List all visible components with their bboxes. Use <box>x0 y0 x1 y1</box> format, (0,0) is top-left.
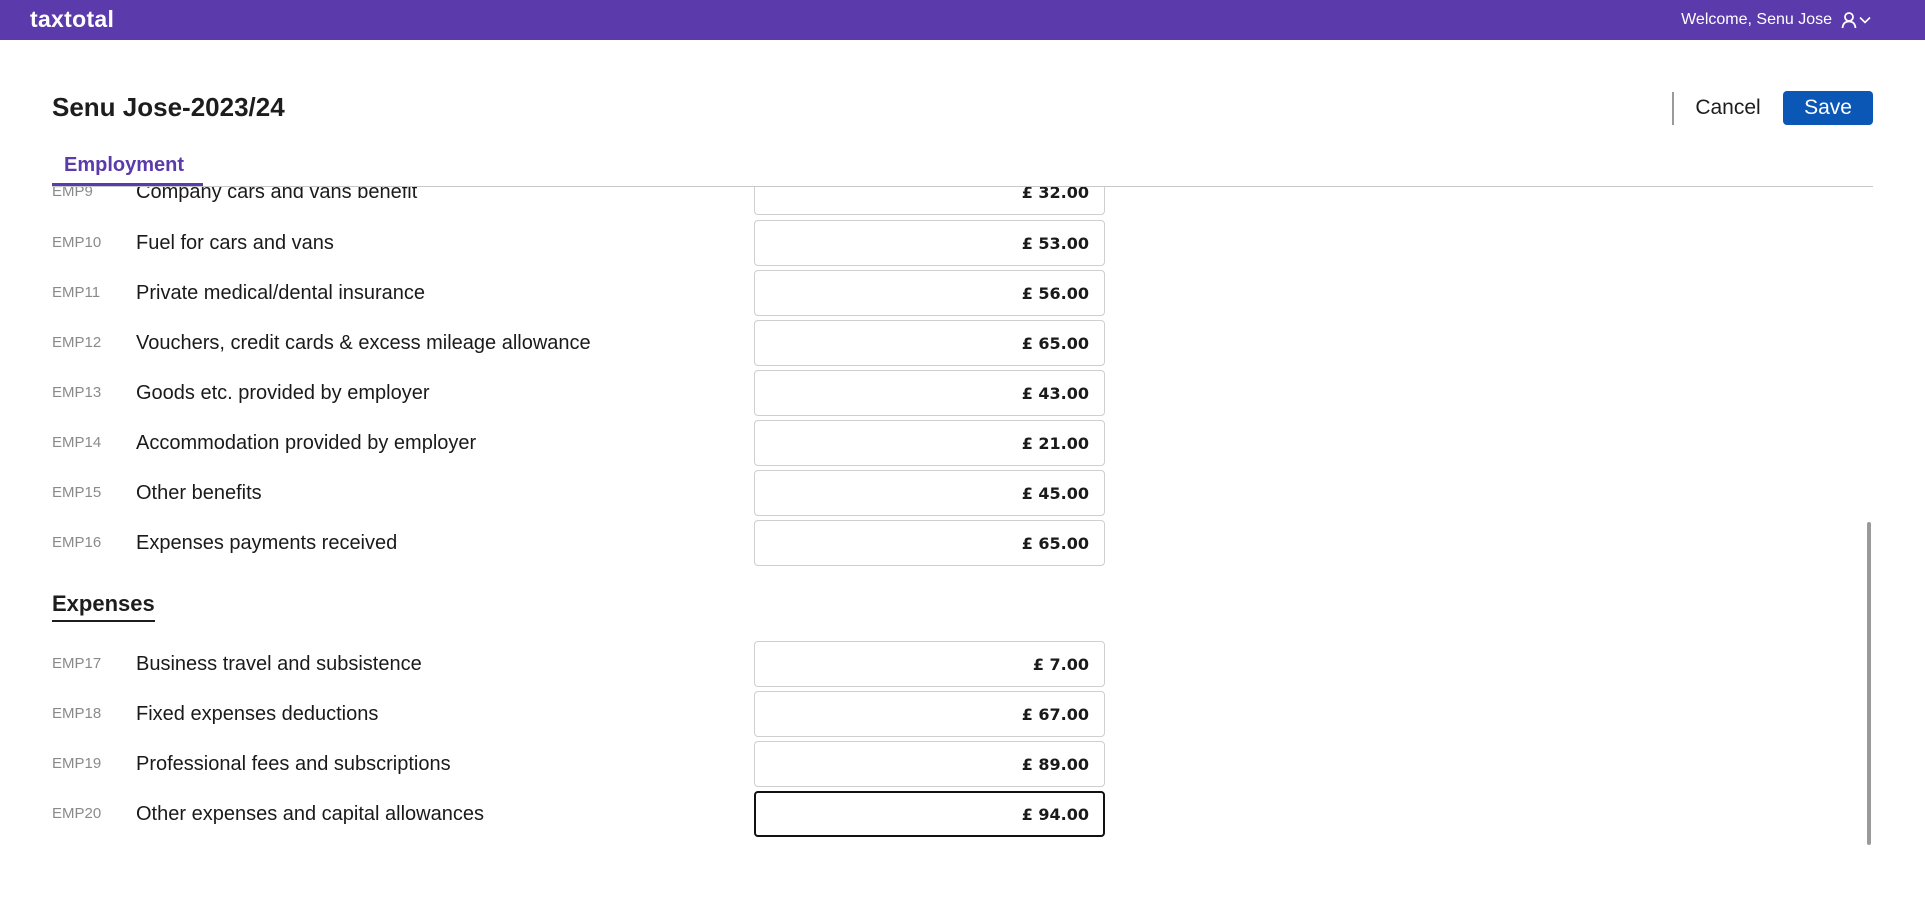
form-row-emp9: EMP9 Company cars and vans benefit <box>0 187 1200 215</box>
row-code: EMP12 <box>52 334 102 351</box>
form-row-emp11: EMP11 Private medical/dental insurance <box>0 270 1200 316</box>
row-code: EMP20 <box>52 805 102 822</box>
row-label: Other expenses and capital allowances <box>136 803 484 825</box>
amount-input-emp20[interactable] <box>754 791 1105 837</box>
row-label: Fixed expenses deductions <box>136 703 379 725</box>
amount-input-emp14[interactable] <box>754 420 1105 466</box>
amount-input-emp18[interactable] <box>754 691 1105 737</box>
row-code: EMP17 <box>52 655 102 672</box>
save-button[interactable]: Save <box>1783 91 1873 125</box>
row-label: Expenses payments received <box>136 532 398 554</box>
row-code: EMP13 <box>52 384 102 401</box>
amount-input-emp12[interactable] <box>754 320 1105 366</box>
amount-input-emp11[interactable] <box>754 270 1105 316</box>
chevron-down-icon <box>1859 16 1871 24</box>
amount-input-emp13[interactable] <box>754 370 1105 416</box>
form-row-emp16: EMP16 Expenses payments received <box>0 520 1200 566</box>
form-row-emp18: EMP18 Fixed expenses deductions <box>0 691 1200 737</box>
form-row-emp14: EMP14 Accommodation provided by employer <box>0 420 1200 466</box>
amount-input-emp9[interactable] <box>754 187 1105 215</box>
top-bar: taxtotal Welcome, Senu Jose <box>0 0 1925 40</box>
form-row-emp12: EMP12 Vouchers, credit cards & excess mi… <box>0 320 1200 366</box>
amount-input-emp10[interactable] <box>754 220 1105 266</box>
row-code: EMP10 <box>52 234 102 251</box>
row-code: EMP16 <box>52 534 102 551</box>
tab-employment[interactable]: Employment <box>52 152 203 186</box>
row-code: EMP18 <box>52 705 102 722</box>
form-row-emp20: EMP20 Other expenses and capital allowan… <box>0 791 1200 837</box>
row-code: EMP14 <box>52 434 102 451</box>
form-row-emp15: EMP15 Other benefits <box>0 470 1200 516</box>
amount-input-emp17[interactable] <box>754 641 1105 687</box>
user-menu-button[interactable] <box>1841 10 1875 30</box>
row-label: Accommodation provided by employer <box>136 432 477 454</box>
row-code: EMP19 <box>52 755 102 772</box>
row-label: Vouchers, credit cards & excess mileage … <box>136 332 591 354</box>
row-label: Other benefits <box>136 482 262 504</box>
page-title: Senu Jose-2023/24 <box>52 92 285 122</box>
section-title-expenses: Expenses <box>52 591 155 622</box>
form-row-emp17: EMP17 Business travel and subsistence <box>0 641 1200 687</box>
row-code: EMP15 <box>52 484 102 501</box>
row-label: Company cars and vans benefit <box>136 187 418 203</box>
welcome-text: Welcome, Senu Jose <box>1681 11 1832 28</box>
cancel-button[interactable]: Cancel <box>1680 91 1776 125</box>
row-label: Business travel and subsistence <box>136 653 422 675</box>
user-icon <box>1841 11 1857 29</box>
row-label: Professional fees and subscriptions <box>136 753 451 775</box>
form-row-emp13: EMP13 Goods etc. provided by employer <box>0 370 1200 416</box>
employment-form: EMP9 Company cars and vans benefit EMP10… <box>0 187 1925 920</box>
row-code: EMP11 <box>52 284 101 301</box>
row-label: Fuel for cars and vans <box>136 232 334 254</box>
row-label: Goods etc. provided by employer <box>136 382 430 404</box>
row-code: EMP9 <box>52 187 93 200</box>
form-row-emp19: EMP19 Professional fees and subscription… <box>0 741 1200 787</box>
form-row-emp10: EMP10 Fuel for cars and vans <box>0 220 1200 266</box>
amount-input-emp19[interactable] <box>754 741 1105 787</box>
amount-input-emp15[interactable] <box>754 470 1105 516</box>
amount-input-emp16[interactable] <box>754 520 1105 566</box>
row-label: Private medical/dental insurance <box>136 282 426 304</box>
vertical-scrollbar[interactable] <box>1867 522 1871 845</box>
app-logo[interactable]: taxtotal <box>30 6 114 33</box>
header-divider <box>1672 92 1674 125</box>
